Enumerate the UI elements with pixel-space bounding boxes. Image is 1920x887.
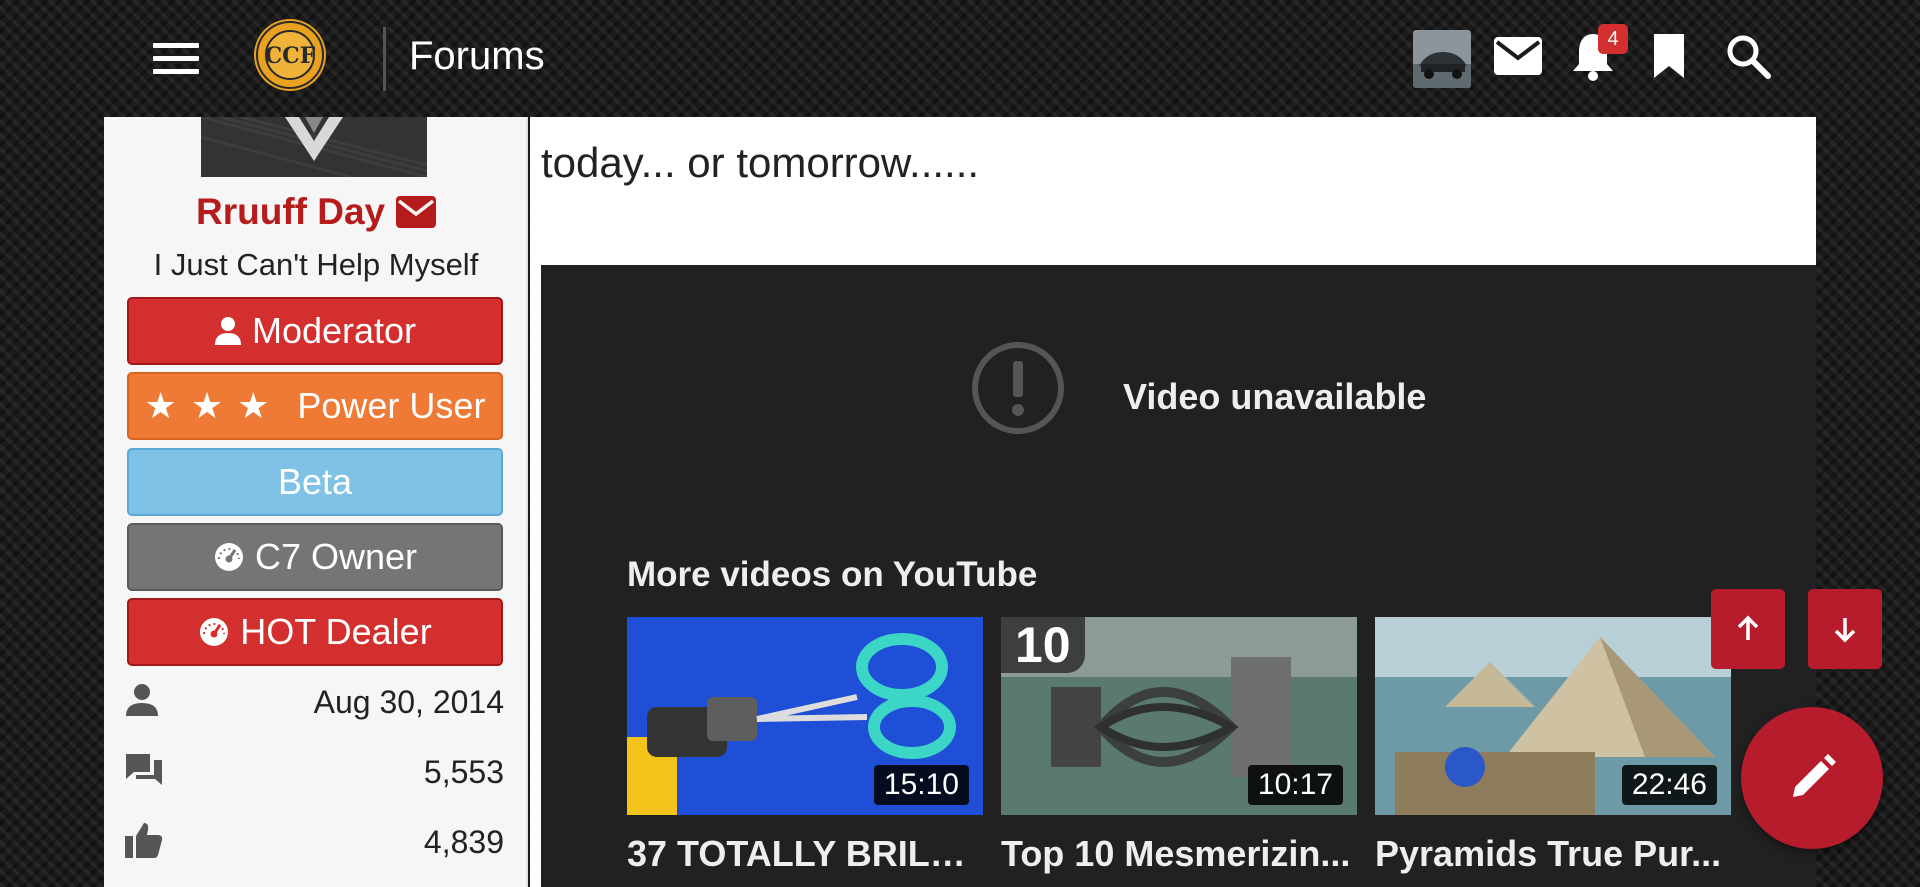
c7-owner-badge: C7 Owner [127,523,503,591]
video-thumbnail-2[interactable]: 10 10:17 [1001,617,1357,815]
c7-owner-badge-label: C7 Owner [254,536,418,577]
pencil-icon [1793,754,1836,797]
power-user-badge-label: Power User [297,385,486,426]
joined-date: Aug 30, 2014 [313,683,504,720]
hot-dealer-badge: HOT Dealer [127,598,503,666]
notification-count-badge: 4 [1598,24,1628,54]
video-duration-1: 15:10 [873,765,969,805]
video-duration-2: 10:17 [1247,765,1343,805]
hot-dealer-badge-label: HOT Dealer [240,611,432,652]
mail-icon[interactable] [1490,28,1546,84]
video-title-3[interactable]: Pyramids True Pur... [1375,833,1731,875]
power-user-badge: ★★★ Power User [127,372,503,440]
moderator-badge: Moderator [127,297,503,365]
post-text: today... or tomorrow...... [541,139,980,186]
forums-link[interactable]: Forums [409,34,545,79]
speedometer-icon [198,616,230,648]
thumbs-up-icon [124,821,164,864]
envelope-icon[interactable] [395,195,437,233]
post-author-sidebar: Rruuff Day I Just Can't Help Myself Mode… [104,117,528,887]
reactions-count: 4,839 [423,823,504,860]
exclamation-icon [971,341,1065,435]
video-thumbnail-3[interactable]: 22:46 [1375,617,1731,815]
user-avatar[interactable] [201,117,427,177]
beta-badge-label: Beta [277,461,353,502]
hamburger-menu-icon[interactable] [153,43,199,77]
messages-icon [124,752,164,793]
star-icon: ★★★ [144,385,284,426]
username[interactable]: Rruuff Day [196,191,385,233]
person-icon [214,316,242,346]
compose-reply-button[interactable] [1741,707,1883,849]
user-title: I Just Can't Help Myself [153,247,479,282]
nav-separator [383,27,386,91]
video-duration-3: 22:46 [1621,765,1717,805]
person-icon [124,682,160,723]
svg-text:CCF: CCF [265,43,316,69]
beta-badge: Beta [127,448,503,516]
moderator-badge-label: Moderator [251,310,417,351]
joined-stat: Aug 30, 2014 [124,677,504,727]
video-rank-badge: 10 [1001,617,1085,673]
reactions-stat: 4,839 [124,817,504,867]
site-logo[interactable]: CCF [251,18,329,92]
messages-count: 5,553 [423,753,504,790]
messages-stat: 5,553 [124,747,504,797]
account-avatar[interactable] [1413,30,1471,88]
speedometer-icon [213,541,245,573]
bookmark-icon[interactable] [1641,28,1697,84]
video-unavailable-message: Video unavailable [1123,376,1427,417]
youtube-embed[interactable]: Video unavailable More videos on YouTube… [541,265,1816,887]
video-thumbnail-1[interactable]: 15:10 [627,617,983,815]
scroll-to-top-button[interactable] [1711,589,1785,669]
search-icon[interactable] [1720,28,1776,84]
post-content: today... or tomorrow...... Video unavail… [530,117,1816,887]
video-title-1[interactable]: 37 TOTALLY BRILLI... [627,833,983,875]
top-navigation-bar: CCF Forums 4 [0,0,1920,117]
arrow-down-icon [1834,618,1856,643]
more-videos-heading: More videos on YouTube [627,555,1038,594]
video-title-2[interactable]: Top 10 Mesmerizin... [1001,833,1357,875]
arrow-up-icon [1737,615,1759,640]
scroll-to-bottom-button[interactable] [1808,589,1882,669]
